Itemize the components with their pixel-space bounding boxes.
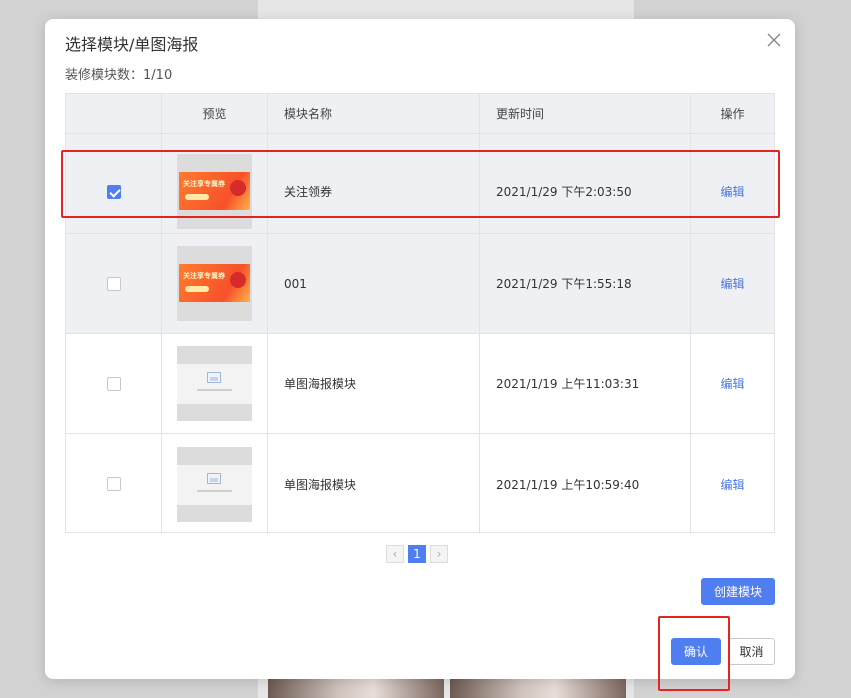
coupon-banner-thumbnail: 关注享专属券: [177, 154, 252, 229]
module-name: 001: [268, 234, 480, 333]
header-preview: 预览: [162, 94, 268, 133]
preview-cell: 关注享专属券: [162, 234, 268, 333]
coupon-banner-image: 关注享专属券: [179, 264, 250, 302]
update-time: 2021/1/29 下午1:55:18: [480, 234, 691, 333]
dialog-title: 选择模块/单图海报: [65, 35, 199, 54]
preview-cell: [162, 434, 268, 534]
checkbox-icon[interactable]: [106, 184, 121, 199]
pagination: ‹ 1 ›: [386, 545, 448, 563]
module-name: 关注领券: [268, 150, 480, 233]
edit-link[interactable]: 编辑: [720, 275, 744, 292]
table-row[interactable]: 单图海报模块 2021/1/19 上午10:59:40 编辑: [66, 434, 774, 534]
header-name: 模块名称: [268, 94, 480, 133]
banner-text: 关注享专属券: [183, 180, 225, 188]
banner-text: 关注享专属券: [183, 272, 225, 280]
action-cell: 编辑: [691, 434, 774, 534]
module-count-value: 1/10: [143, 68, 173, 83]
select-module-dialog: 选择模块/单图海报 装修模块数：1/10 预览 模块名称 更新时间 操作 关注享…: [45, 19, 795, 679]
row-select-cell: [66, 150, 162, 233]
table-row[interactable]: 关注享专属券 001 2021/1/29 下午1:55:18 编辑: [66, 234, 774, 334]
module-count-label: 装修模块数：: [65, 68, 144, 83]
edit-link[interactable]: 编辑: [720, 183, 744, 200]
header-select: [66, 94, 162, 133]
update-time: 2021/1/19 上午11:03:31: [480, 334, 691, 433]
module-table: 预览 模块名称 更新时间 操作 关注享专属券 关注领券 2021/1/29 下午…: [65, 93, 775, 534]
close-icon[interactable]: [765, 31, 783, 49]
row-select-cell: [66, 434, 162, 534]
checkbox-icon[interactable]: [106, 477, 121, 491]
coupon-banner-image: 关注享专属券: [179, 172, 250, 210]
next-page-button[interactable]: ›: [430, 545, 448, 563]
table-spacer: [66, 134, 774, 150]
row-select-cell: [66, 234, 162, 333]
background-photo: [450, 676, 626, 698]
placeholder-thumbnail: [177, 346, 252, 421]
placeholder-thumbnail: [177, 446, 252, 522]
checkbox-icon[interactable]: [106, 276, 121, 291]
prev-page-button[interactable]: ‹: [386, 545, 404, 563]
header-time: 更新时间: [480, 94, 691, 133]
coupon-banner-thumbnail: 关注享专属券: [177, 246, 252, 321]
module-count: 装修模块数：1/10: [65, 64, 172, 83]
action-cell: 编辑: [691, 150, 774, 233]
module-name: 单图海报模块: [268, 334, 480, 433]
action-cell: 编辑: [691, 334, 774, 433]
module-name: 单图海报模块: [268, 434, 480, 534]
update-time: 2021/1/29 下午2:03:50: [480, 150, 691, 233]
edit-link[interactable]: 编辑: [720, 476, 744, 493]
page-button-current[interactable]: 1: [408, 545, 426, 563]
edit-link[interactable]: 编辑: [720, 375, 744, 392]
table-header: 预览 模块名称 更新时间 操作: [66, 94, 774, 134]
background-photo: [268, 676, 444, 698]
image-placeholder-icon: [207, 472, 221, 484]
update-time: 2021/1/19 上午10:59:40: [480, 434, 691, 534]
header-action: 操作: [720, 107, 745, 121]
cancel-button[interactable]: 取消: [728, 638, 775, 665]
table-row[interactable]: 关注享专属券 关注领券 2021/1/29 下午2:03:50 编辑: [66, 150, 774, 234]
preview-cell: 关注享专属券: [162, 150, 268, 233]
image-placeholder-icon: [207, 372, 221, 383]
preview-cell: [162, 334, 268, 433]
create-module-button[interactable]: 创建模块: [701, 578, 775, 605]
action-cell: 编辑: [691, 234, 774, 333]
row-select-cell: [66, 334, 162, 433]
confirm-button[interactable]: 确认: [671, 638, 721, 665]
table-row[interactable]: 单图海报模块 2021/1/19 上午11:03:31 编辑: [66, 334, 774, 434]
checkbox-icon[interactable]: [106, 376, 121, 391]
